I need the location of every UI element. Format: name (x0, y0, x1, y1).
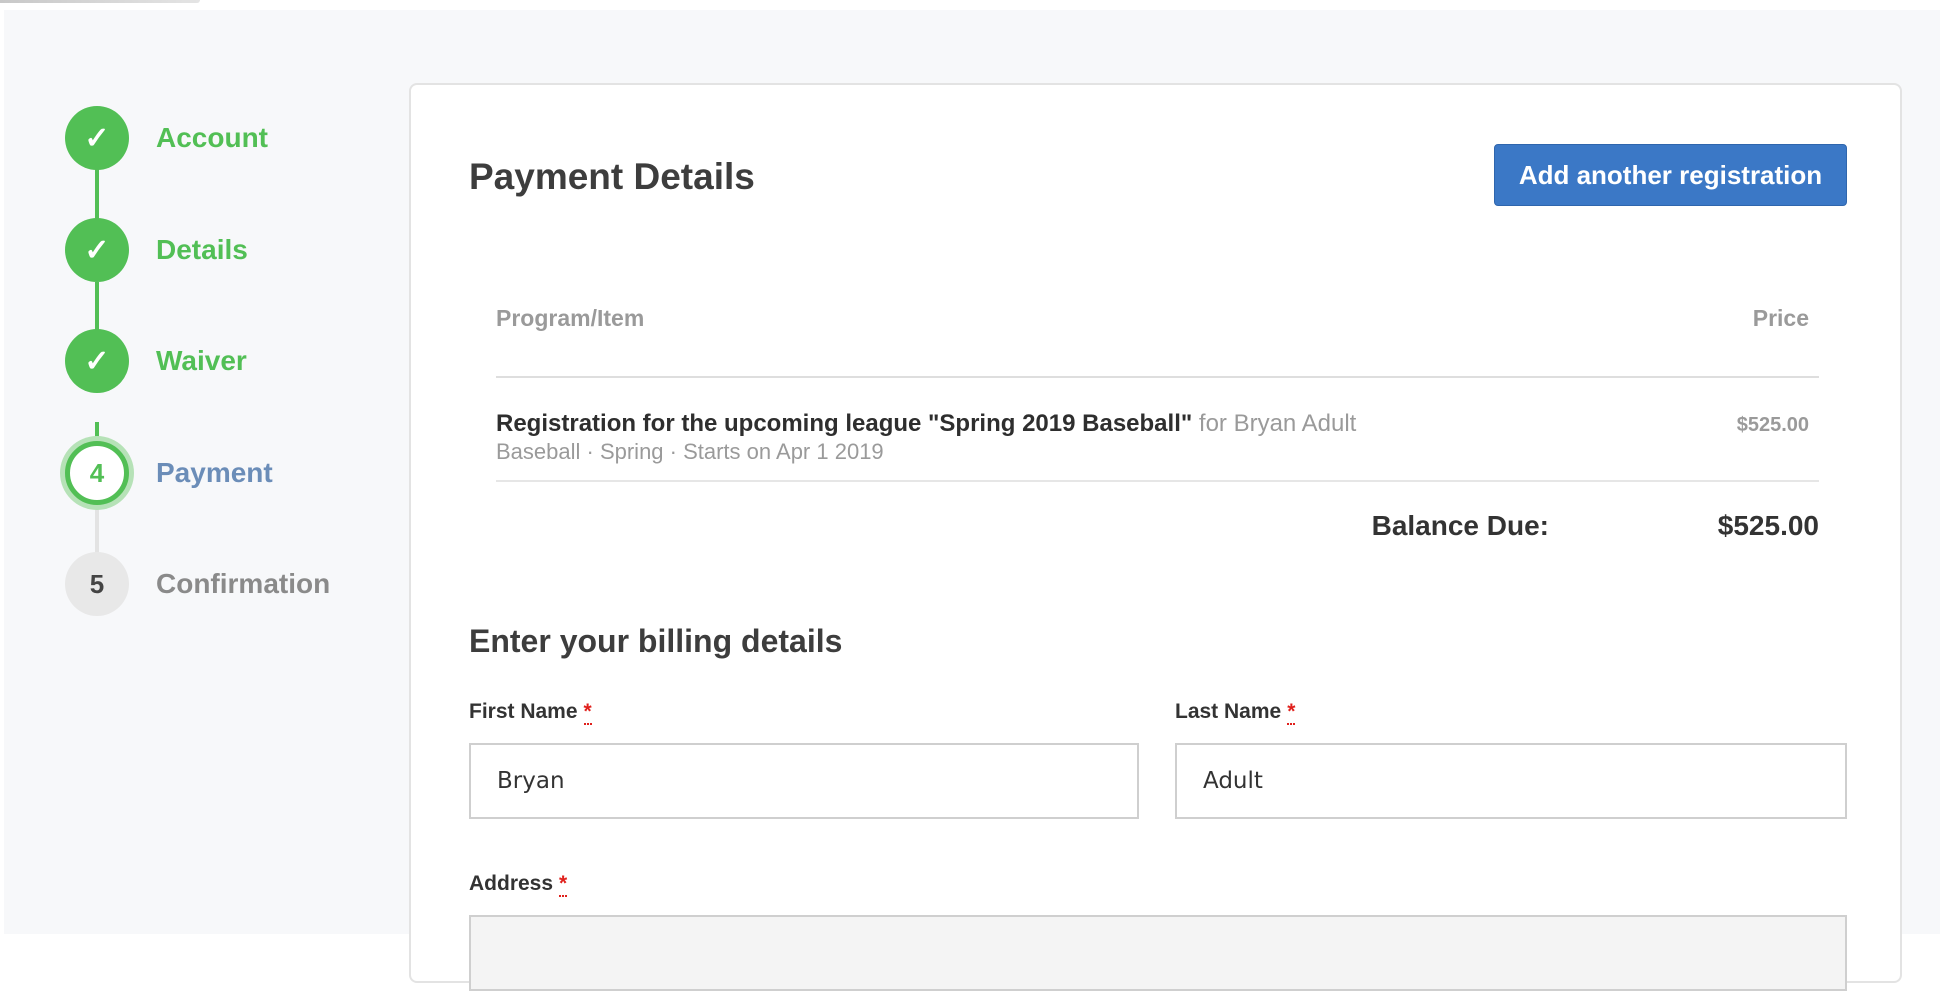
required-marker: * (583, 700, 592, 725)
step-details[interactable]: ✓ Details (65, 218, 248, 282)
payment-card: Payment Details Add another registration… (409, 83, 1902, 991)
balance-due-value: $525.00 (1717, 510, 1819, 541)
step-number-confirmation: 5 (65, 552, 129, 616)
item-name: Registration for the upcoming league "Sp… (496, 410, 1193, 437)
item-price: $525.00 (1736, 414, 1809, 436)
step-confirmation: 5 Confirmation (65, 552, 330, 616)
billing-section-title: Enter your billing details (469, 623, 843, 659)
page-title: Payment Details (469, 156, 755, 197)
required-marker: * (1287, 700, 1296, 725)
step-waiver[interactable]: ✓ Waiver (65, 329, 247, 393)
order-table: Program/Item Price Registration for the … (496, 305, 1819, 562)
step-label-account: Account (156, 122, 268, 153)
step-account[interactable]: ✓ Account (65, 106, 268, 170)
step-payment: 4 Payment (65, 441, 273, 505)
first-name-field[interactable] (469, 743, 1139, 819)
step-label-waiver: Waiver (156, 345, 247, 376)
address-label: Address * (469, 872, 568, 897)
item-participant: for Bryan Adult (1198, 410, 1357, 437)
check-icon: ✓ (65, 329, 129, 393)
first-name-label: First Name * (469, 700, 592, 725)
column-header-item: Program/Item (496, 305, 645, 331)
table-row: Registration for the upcoming league "Sp… (496, 378, 1819, 482)
progress-stepper: ✓ Account ✓ Details ✓ Waiver 4 Payment 5… (0, 0, 400, 700)
last-name-label-text: Last Name (1175, 700, 1282, 723)
step-number-payment: 4 (65, 441, 129, 505)
table-header: Program/Item Price (496, 305, 1819, 378)
check-icon: ✓ (65, 106, 129, 170)
balance-row: Balance Due: $525.00 (496, 482, 1819, 562)
address-label-text: Address (469, 872, 554, 895)
address-field[interactable] (469, 915, 1847, 991)
step-label-details: Details (156, 234, 248, 265)
add-registration-button[interactable]: Add another registration (1494, 144, 1847, 206)
column-header-price: Price (1752, 305, 1809, 331)
last-name-field[interactable] (1175, 743, 1847, 819)
item-title: Registration for the upcoming league "Sp… (496, 410, 1356, 438)
step-connector-4 (95, 504, 99, 556)
item-details: Baseball · Spring · Starts on Apr 1 2019 (496, 439, 884, 464)
balance-due-label: Balance Due: (1371, 510, 1549, 541)
required-marker: * (559, 872, 568, 897)
check-icon: ✓ (65, 218, 129, 282)
step-label-payment: Payment (156, 457, 273, 488)
first-name-label-text: First Name (469, 700, 578, 723)
step-label-confirmation: Confirmation (156, 568, 331, 599)
last-name-label: Last Name * (1175, 700, 1296, 725)
